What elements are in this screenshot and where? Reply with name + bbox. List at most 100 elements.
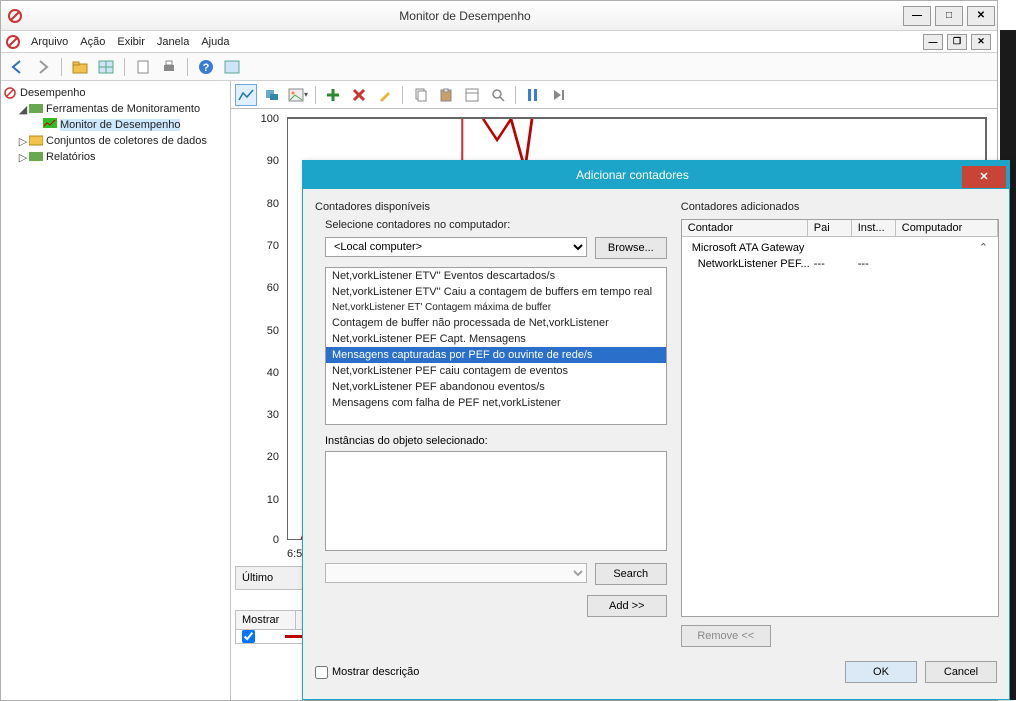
counter-item[interactable]: Mensagens com falha de PEF net,vorkListe…	[326, 395, 666, 411]
menu-exibir[interactable]: Exibir	[111, 36, 151, 48]
step-forward-icon[interactable]	[548, 84, 570, 106]
col-parent[interactable]: Pai	[808, 220, 852, 236]
maximize-button[interactable]: □	[935, 6, 963, 26]
added-table[interactable]: Contador Pai Inst... Computador Microsof…	[681, 219, 999, 617]
counter-item[interactable]: Net,vorkListener PEF Capt. Mensagens	[326, 331, 666, 347]
y-tick: 30	[267, 409, 279, 421]
add-counter-icon[interactable]	[322, 84, 344, 106]
y-tick: 10	[267, 494, 279, 506]
browse-button[interactable]: Browse...	[595, 237, 667, 259]
ultimo-label: Último	[242, 572, 273, 584]
added-group-label: Microsoft ATA Gateway	[688, 242, 979, 254]
available-column: Contadores disponíveis Selecione contado…	[315, 201, 667, 647]
counter-list[interactable]: Net,vorkListener ETV'' Eventos descartad…	[325, 267, 667, 425]
view-overlay-icon[interactable]	[261, 84, 283, 106]
select-computer-label: Selecione contadores no computador:	[325, 219, 667, 231]
caret-collapse-icon[interactable]: ◢	[17, 103, 29, 116]
mdi-minimize[interactable]: —	[923, 34, 943, 50]
cancel-button[interactable]: Cancel	[925, 661, 997, 683]
window-title: Monitor de Desempenho	[29, 9, 901, 23]
window-buttons: — □ ✕	[901, 6, 997, 26]
legend-col-show[interactable]: Mostrar	[236, 611, 296, 629]
added-item-name: NetworkListener PEF...	[688, 258, 814, 270]
col-computer[interactable]: Computador	[896, 220, 998, 236]
remove-button[interactable]: Remove <<	[681, 625, 771, 647]
counter-item[interactable]: Net,vorkListener ETV'' Eventos descartad…	[326, 268, 666, 284]
counter-item[interactable]: Net,vorkListener PEF caiu contagem de ev…	[326, 363, 666, 379]
line-chart-icon[interactable]	[235, 84, 257, 106]
instances-listbox[interactable]	[325, 451, 667, 551]
dialog-footer: Mostrar descrição OK Cancel	[315, 655, 997, 689]
mdi-close[interactable]: ✕	[971, 34, 991, 50]
back-icon[interactable]	[7, 57, 27, 77]
folder-icon[interactable]	[70, 57, 90, 77]
highlight-icon[interactable]	[374, 84, 396, 106]
caret-expand-icon[interactable]: ▷	[17, 151, 29, 164]
help-icon[interactable]: ?	[196, 57, 216, 77]
tree-tools-label: Ferramentas de Monitoramento	[46, 103, 200, 115]
show-desc-label[interactable]: Mostrar descrição	[315, 666, 419, 679]
tree-root[interactable]: Desempenho	[3, 85, 228, 101]
added-item-row[interactable]: NetworkListener PEF... --- ---	[682, 256, 998, 272]
grid-icon[interactable]	[96, 57, 116, 77]
added-rows: Microsoft ATA Gateway ⌃ NetworkListener …	[682, 237, 998, 274]
print-icon[interactable]	[159, 57, 179, 77]
pause-icon[interactable]	[522, 84, 544, 106]
computer-select[interactable]: <Local computer>	[325, 237, 587, 257]
perf-sep2	[402, 86, 403, 104]
paste-icon[interactable]	[435, 84, 457, 106]
perf-sep3	[515, 86, 516, 104]
caret-expand-icon[interactable]: ▷	[17, 135, 29, 148]
tree-reports[interactable]: ▷ Relatórios	[3, 149, 228, 165]
monitor-icon	[43, 118, 57, 132]
y-tick: 90	[267, 155, 279, 167]
collapse-arrow-icon[interactable]: ⌃	[979, 241, 988, 254]
counter-item[interactable]: Contagem de buffer não processada de Net…	[326, 315, 666, 331]
computer-row: <Local computer> Browse...	[325, 237, 667, 259]
copy-icon[interactable]	[409, 84, 431, 106]
menu-janela[interactable]: Janela	[151, 36, 195, 48]
dialog-close-button[interactable]: ✕	[962, 166, 1006, 188]
show-desc-checkbox[interactable]	[315, 666, 328, 679]
tree-collectors[interactable]: ▷ Conjuntos de coletores de dados	[3, 133, 228, 149]
add-button[interactable]: Add >>	[587, 595, 667, 617]
counter-item[interactable]: Net,vorkListener ETV'' Caiu a contagem d…	[326, 284, 666, 300]
tree-tools[interactable]: ◢ Ferramentas de Monitoramento	[3, 101, 228, 117]
counter-item[interactable]: Net,vorkListener ET' Contagem máxima de …	[326, 300, 666, 315]
menu-ajuda[interactable]: Ajuda	[195, 36, 235, 48]
properties-icon[interactable]	[461, 84, 483, 106]
show-desc-text: Mostrar descrição	[332, 666, 419, 678]
menu-acao[interactable]: Ação	[74, 36, 111, 48]
y-tick: 20	[267, 451, 279, 463]
menu-arquivo[interactable]: Arquivo	[25, 36, 74, 48]
page-icon[interactable]	[133, 57, 153, 77]
counter-item[interactable]: Net,vorkListener PEF abandonou eventos/s	[326, 379, 666, 395]
search-row: Search	[325, 563, 667, 585]
tree-pane[interactable]: Desempenho ◢ Ferramentas de Monitorament…	[1, 81, 231, 700]
dialog-title: Adicionar contadores	[303, 168, 962, 182]
mdi-restore[interactable]: ❐	[947, 34, 967, 50]
instances-label: Instâncias do objeto selecionado:	[325, 435, 667, 447]
added-group-row[interactable]: Microsoft ATA Gateway ⌃	[682, 239, 998, 256]
close-button[interactable]: ✕	[967, 6, 995, 26]
forward-icon[interactable]	[33, 57, 53, 77]
tree-monitor[interactable]: Monitor de Desempenho	[3, 117, 228, 133]
perfmon-icon	[3, 86, 17, 100]
zoom-icon[interactable]	[487, 84, 509, 106]
minimize-button[interactable]: —	[903, 6, 931, 26]
counter-item[interactable]: Mensagens capturadas por PEF do ouvinte …	[326, 347, 666, 363]
legend-show-checkbox[interactable]	[242, 630, 255, 643]
col-counter[interactable]: Contador	[682, 220, 808, 236]
dialog-titlebar[interactable]: Adicionar contadores ✕	[303, 161, 1009, 189]
remove-row: Remove <<	[681, 625, 999, 647]
delete-counter-icon[interactable]	[348, 84, 370, 106]
search-select[interactable]	[325, 563, 587, 583]
new-window-icon[interactable]	[222, 57, 242, 77]
menu-bar: Arquivo Ação Exibir Janela Ajuda — ❐ ✕	[1, 31, 997, 53]
tree-reports-label: Relatórios	[46, 151, 96, 163]
folder-reports-icon	[29, 150, 43, 164]
search-button[interactable]: Search	[595, 563, 667, 585]
col-inst[interactable]: Inst...	[852, 220, 896, 236]
ok-button[interactable]: OK	[845, 661, 917, 683]
image-icon[interactable]: ▾	[287, 84, 309, 106]
